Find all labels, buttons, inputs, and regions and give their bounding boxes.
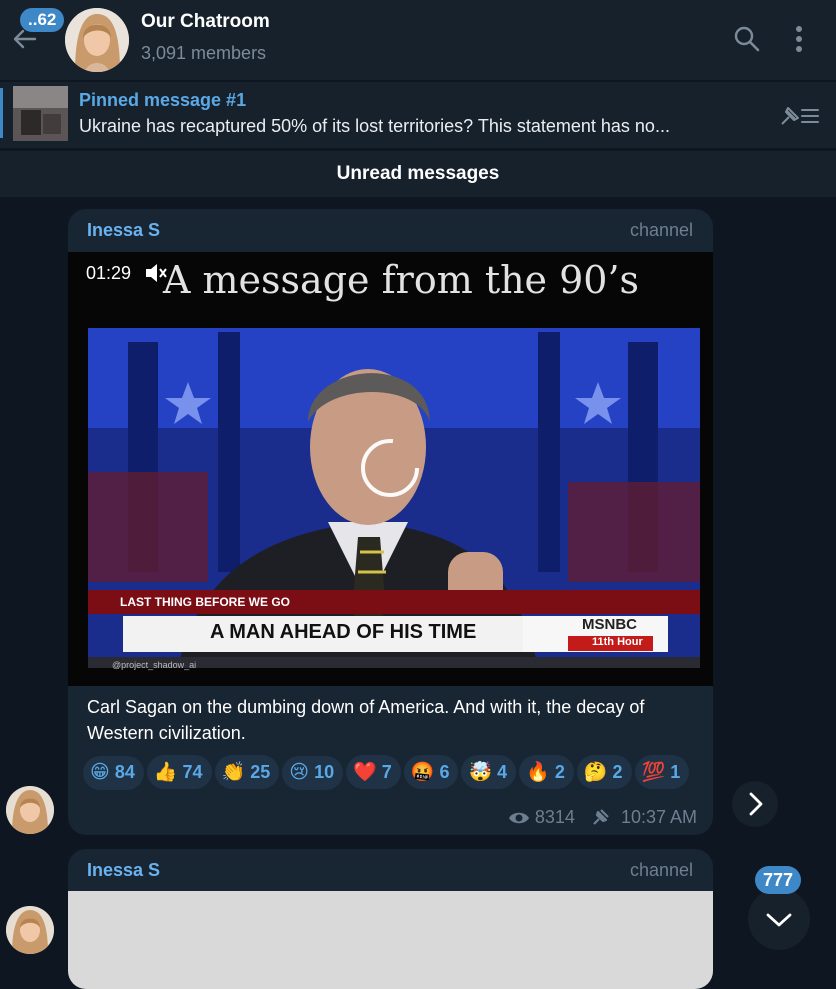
reaction-thinking[interactable]: 🤔 2	[576, 755, 632, 789]
show-logo: 11th Hour	[592, 636, 643, 648]
reaction-count: 10	[314, 762, 335, 782]
sender-avatar[interactable]	[6, 906, 54, 954]
clap-emoji-icon: 👏	[221, 762, 246, 783]
swearing-emoji-icon: 🤬	[410, 762, 435, 783]
reaction-count: 7	[381, 761, 392, 782]
pinned-text: Ukraine has recaptured 50% of its lost t…	[79, 116, 670, 136]
message-time: 10:37 AM	[620, 807, 697, 827]
reaction-count: 1	[670, 761, 681, 782]
channel-badge: channel	[629, 860, 693, 880]
sender-name[interactable]: Inessa S	[87, 860, 160, 881]
scroll-down-button[interactable]	[748, 888, 810, 950]
pinned-message-bar[interactable]: Pinned message #1 Ukraine has recaptured…	[0, 82, 836, 148]
pinned-indicator	[0, 88, 3, 138]
sender-name[interactable]: Inessa S	[87, 220, 160, 241]
reaction-count: 6	[439, 761, 450, 782]
channel-badge: channel	[629, 220, 693, 240]
pin-icon	[592, 808, 610, 831]
reaction-thumbs-up[interactable]: 👍 74	[146, 755, 212, 789]
message-meta: 8314 10:37 AM	[508, 807, 697, 831]
eye-icon	[508, 810, 530, 831]
lower-third-main: A MAN AHEAD OF HIS TIME	[210, 621, 477, 643]
fire-emoji-icon: 🔥	[526, 762, 550, 783]
unread-count-badge: ..62	[20, 8, 65, 32]
reaction-count: 74	[182, 761, 203, 782]
reaction-grin[interactable]: 😁 84	[83, 755, 144, 790]
video-watermark: @project_shadow_ai	[112, 660, 197, 670]
network-logo: MSNBC	[582, 616, 637, 633]
lower-third-top: LAST THING BEFORE WE GO	[120, 595, 290, 609]
reaction-hundred[interactable]: 💯 1	[634, 755, 690, 789]
member-count: 3,091 members	[141, 43, 267, 63]
reaction-count: 25	[250, 761, 271, 782]
video-time: 01:29	[86, 263, 132, 283]
pinned-title: Pinned message #1	[79, 90, 247, 110]
video-overlay-title: A message from the 90’s	[163, 258, 640, 302]
search-icon[interactable]	[733, 25, 761, 58]
unread-badge: 777	[755, 866, 802, 894]
chat-header: ..62 Our Chatroom 3,091 members	[0, 0, 836, 80]
reactions-row: 😁 84 👍 74 👏 25 😢 10 ❤️ 7 🤬 6 🤯 4 🔥 2 🤔 2 💯 1	[83, 755, 713, 800]
view-count: 8314	[534, 807, 575, 827]
chevron-down-icon	[766, 913, 792, 927]
chevron-right-icon	[749, 792, 763, 816]
heart-emoji-icon: ❤️	[353, 762, 377, 783]
hundred-emoji-icon: 💯	[641, 762, 666, 783]
message-caption: Carl Sagan on the dumbing down of Americ…	[87, 697, 645, 743]
reaction-swearing[interactable]: 🤬 6	[403, 755, 459, 789]
pin-list-icon[interactable]	[778, 104, 820, 133]
media-placeholder[interactable]	[68, 891, 713, 989]
chat-avatar[interactable]	[65, 8, 129, 72]
video-player[interactable]: 01:29 A message from the 90’s LAST THING…	[68, 252, 713, 686]
message-bubble[interactable]: Inessa S channel	[68, 209, 713, 835]
thumbs-up-emoji-icon: 👍	[153, 762, 178, 783]
sender-avatar[interactable]	[6, 786, 54, 834]
grin-emoji-icon: 😁	[90, 762, 110, 783]
reaction-clap[interactable]: 👏 25	[214, 755, 280, 789]
reaction-mind-blown[interactable]: 🤯 4	[461, 755, 517, 789]
reaction-count: 2	[554, 761, 565, 782]
thinking-emoji-icon: 🤔	[583, 762, 608, 783]
reaction-count: 84	[114, 762, 135, 782]
chat-title: Our Chatroom	[141, 11, 270, 32]
reaction-heart[interactable]: ❤️ 7	[346, 755, 401, 789]
more-vertical-icon[interactable]	[792, 24, 806, 59]
reaction-count: 2	[612, 761, 623, 782]
reaction-count: 4	[497, 761, 508, 782]
reaction-fire[interactable]: 🔥 2	[519, 755, 574, 789]
cry-emoji-icon: 😢	[289, 762, 310, 783]
mind-blown-emoji-icon: 🤯	[468, 762, 493, 783]
pinned-thumbnail	[13, 86, 68, 141]
forward-button[interactable]	[732, 781, 778, 827]
message-bubble[interactable]: Inessa S channel	[68, 849, 713, 989]
unread-messages-divider: Unread messages	[0, 151, 836, 197]
reaction-cry[interactable]: 😢 10	[282, 755, 344, 790]
